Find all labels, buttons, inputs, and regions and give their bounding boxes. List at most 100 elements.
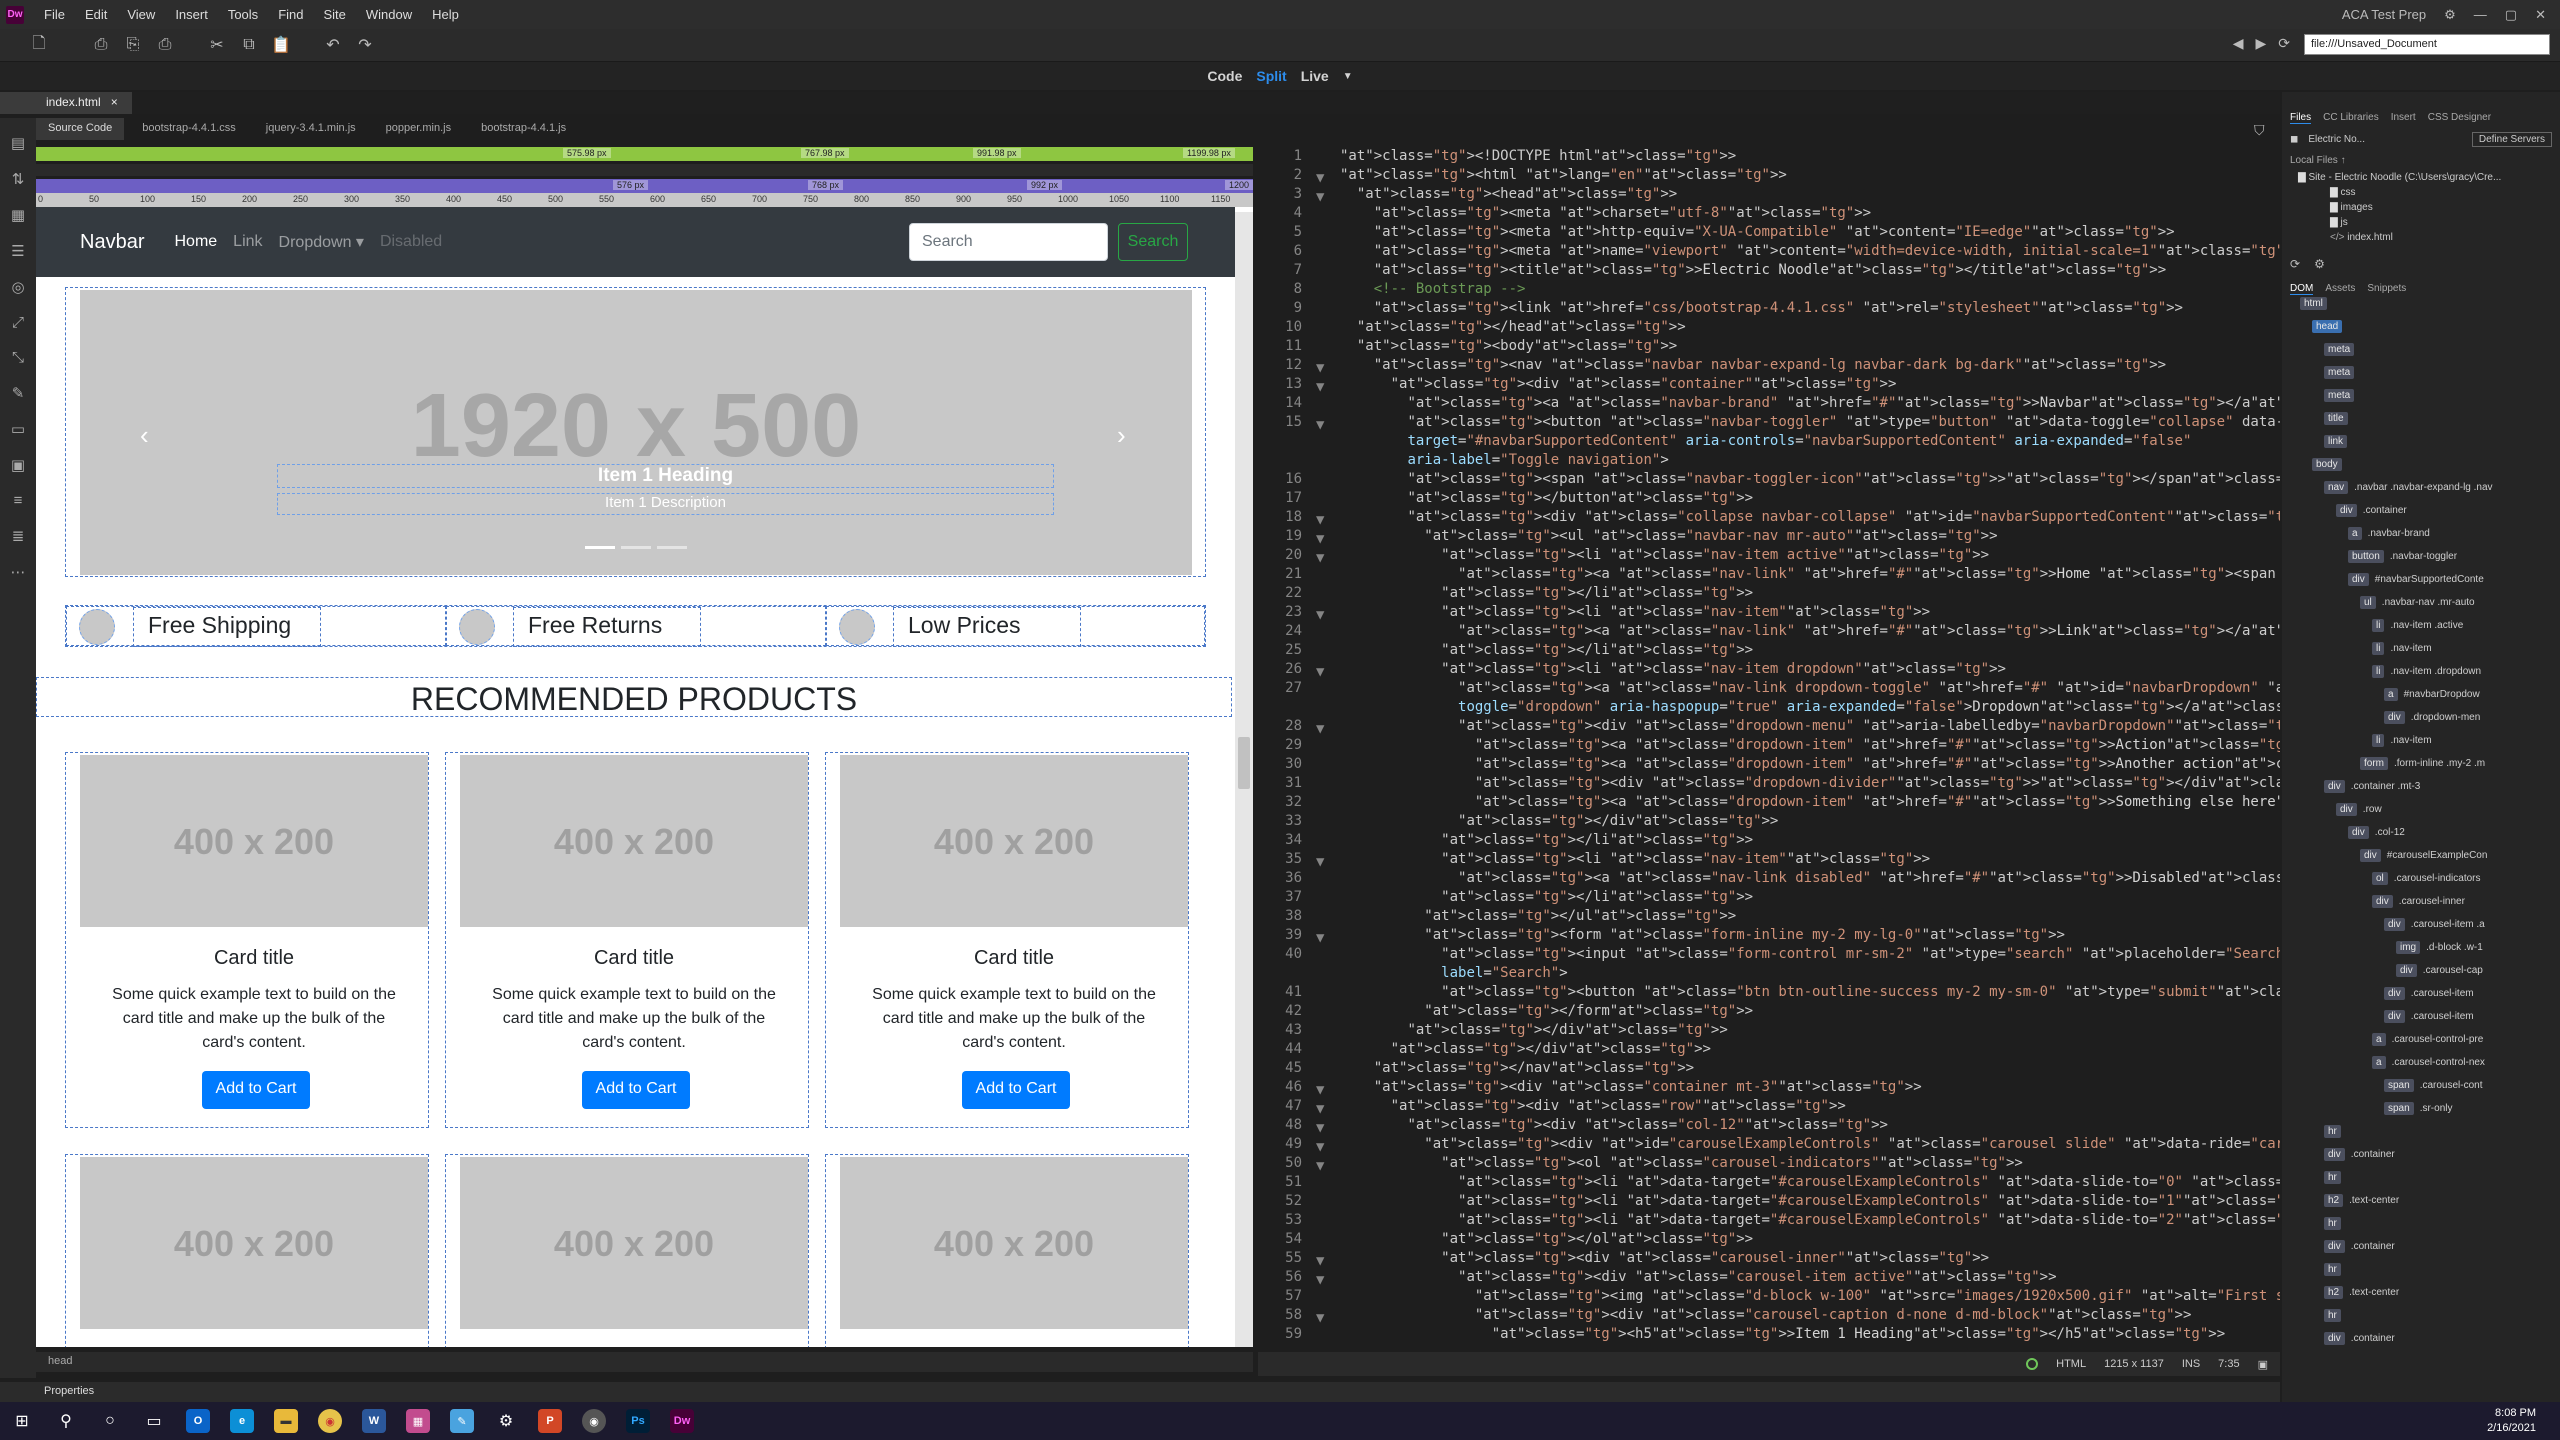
paint-icon[interactable]: ✎ [440, 1402, 484, 1440]
fold-arrow-icon[interactable]: ▼ [1316, 1082, 1324, 1098]
add-to-cart-button[interactable]: Add to Cart [202, 1071, 310, 1109]
redo-icon[interactable]: ↷ [354, 34, 376, 56]
search-button[interactable]: Search [1118, 223, 1188, 261]
related-file-tab[interactable]: Source Code [36, 118, 125, 140]
code-line[interactable]: "at">class="tg"><span "at">class="navbar… [1340, 470, 2280, 489]
dom-node[interactable]: nav .navbar .navbar-expand-lg .nav [2324, 481, 2493, 494]
fold-arrow-icon[interactable]: ▼ [1316, 1101, 1324, 1117]
add-to-cart-button[interactable]: Add to Cart [582, 1071, 690, 1109]
dom-node[interactable]: span .sr-only [2384, 1102, 2452, 1115]
menu-item-tools[interactable]: Tools [218, 7, 268, 22]
panel-tab-insert[interactable]: Insert [2391, 112, 2416, 124]
code-line[interactable]: "at">class="tg"><div "at">class="carouse… [1340, 1268, 2280, 1287]
media-icon[interactable]: ◉ [572, 1402, 616, 1440]
connect-icon[interactable]: ⚙ [2314, 257, 2325, 271]
fold-arrow-icon[interactable]: ▼ [1316, 1139, 1324, 1155]
dom-node[interactable]: hr [2324, 1309, 2341, 1322]
dom-node[interactable]: div #carouselExampleCon [2360, 849, 2487, 862]
fold-arrow-icon[interactable]: ▼ [1316, 1310, 1324, 1326]
code-line[interactable]: "at">class="tg"><div "at">class="col-12"… [1340, 1116, 2280, 1135]
dom-node[interactable]: hr [2324, 1217, 2341, 1230]
code-line[interactable]: "at">class="tg"></button"at">class="tg">… [1340, 489, 2280, 508]
print-icon[interactable]: ⎙ [154, 34, 176, 56]
carousel-indicator[interactable] [621, 546, 651, 549]
code-content[interactable]: "at">class="tg"><!DOCTYPE html"at">class… [1340, 147, 2280, 1344]
code-line[interactable]: "at">class="tg"><link "at">href="css/boo… [1340, 299, 2280, 318]
code-line[interactable]: "at">class="tg"><li "at">class="nav-item… [1340, 603, 2280, 622]
dom-node[interactable]: meta [2324, 366, 2355, 379]
file-tree-item[interactable]: ▇ images [2290, 200, 2552, 215]
save-icon[interactable]: ⎙ [90, 34, 112, 56]
related-file-tab[interactable]: jquery-3.4.1.min.js [254, 118, 368, 140]
tag-selector[interactable]: head [36, 1352, 1253, 1372]
code-line[interactable]: "at">class="tg"></li"at">class="tg">> [1340, 641, 2280, 660]
carousel-prev-icon[interactable]: ‹ [140, 420, 149, 451]
fold-arrow-icon[interactable]: ▼ [1316, 531, 1324, 547]
comment-icon[interactable]: ▦ [11, 206, 25, 224]
filter-icon[interactable]: ⛉ [2254, 122, 2265, 139]
maximize-icon[interactable]: ▢ [2505, 7, 2517, 23]
dom-node[interactable]: hr [2324, 1125, 2341, 1138]
carousel-indicator[interactable] [657, 546, 687, 549]
preview-icon[interactable]: ▣ [2258, 1358, 2268, 1371]
dom-tab-snippets[interactable]: Snippets [2367, 283, 2406, 295]
expand-icon[interactable]: ⤢ [12, 314, 24, 331]
code-line[interactable]: "at">class="tg"><div "at">class="carouse… [1340, 1249, 2280, 1268]
code-line[interactable]: "at">class="tg"><div "at">class="dropdow… [1340, 774, 2280, 793]
code-line[interactable]: "at">class="tg"></ul"at">class="tg">> [1340, 907, 2280, 926]
dom-node[interactable]: ol .carousel-indicators [2372, 872, 2481, 885]
dom-node[interactable]: img .d-block .w-1 [2396, 941, 2483, 954]
save-all-icon[interactable]: ⎘ [122, 34, 144, 56]
outlook-icon[interactable]: O [176, 1402, 220, 1440]
code-line[interactable]: "at">class="tg"></form"at">class="tg">> [1340, 1002, 2280, 1021]
dom-node[interactable]: div .dropdown-men [2384, 711, 2480, 724]
dom-node[interactable]: div .carousel-item [2384, 987, 2474, 1000]
code-line[interactable]: "at">class="tg"><a "at">class="nav-link … [1340, 679, 2280, 698]
new-document-icon[interactable]: 🗋 [28, 34, 50, 56]
paste-icon[interactable]: 📋 [270, 34, 292, 56]
code-line[interactable]: "at">class="tg"><a "at">class="navbar-br… [1340, 394, 2280, 413]
copy-icon[interactable]: ⧉ [238, 34, 260, 56]
language-select[interactable]: HTML [2056, 1358, 2086, 1370]
clock[interactable]: 8:08 PM 2/16/2021 [2487, 1406, 2560, 1436]
code-line[interactable]: aria-label="Toggle navigation"> [1340, 451, 2280, 470]
code-line[interactable]: "at">class="tg"><a "at">class="nav-link"… [1340, 565, 2280, 584]
menu-item-view[interactable]: View [117, 7, 165, 22]
back-arrow-icon[interactable]: ◀ [2233, 35, 2244, 52]
dom-node[interactable]: a .carousel-control-nex [2372, 1056, 2485, 1069]
dom-node[interactable]: form .form-inline .my-2 .m [2360, 757, 2485, 770]
balloon-icon[interactable]: ▭ [11, 420, 25, 438]
mq-label[interactable]: 992 px [1027, 180, 1063, 190]
fold-arrow-icon[interactable]: ▼ [1316, 721, 1324, 737]
code-line[interactable]: "at">class="tg"><body"at">class="tg">> [1340, 337, 2280, 356]
code-line[interactable]: "at">class="tg"><input "at">class="form-… [1340, 945, 2280, 964]
fold-arrow-icon[interactable]: ▼ [1316, 189, 1324, 205]
code-line[interactable]: "at">class="tg"><a "at">class="nav-link"… [1340, 622, 2280, 641]
settings-icon[interactable]: ⚙ [484, 1402, 528, 1440]
collapse-icon[interactable]: ⤡ [12, 349, 24, 366]
refresh-icon[interactable]: ⟳ [2290, 257, 2300, 271]
dom-node[interactable]: div .col-12 [2348, 826, 2405, 839]
dom-node[interactable]: a #navbarDropdow [2384, 688, 2480, 701]
code-line[interactable]: "at">class="tg"><a "at">class="dropdown-… [1340, 736, 2280, 755]
menu-item-find[interactable]: Find [268, 7, 313, 22]
menu-item-window[interactable]: Window [356, 7, 422, 22]
fold-arrow-icon[interactable]: ▼ [1316, 854, 1324, 870]
indent-icon[interactable]: ≡ [14, 492, 23, 509]
close-tab-icon[interactable]: × [111, 95, 118, 114]
panel-tab-cc-libraries[interactable]: CC Libraries [2323, 112, 2379, 124]
menu-item-help[interactable]: Help [422, 7, 469, 22]
image-icon[interactable]: ▣ [11, 456, 25, 474]
code-line[interactable]: "at">class="tg"><head"at">class="tg">> [1340, 185, 2280, 204]
photos-icon[interactable]: ▦ [396, 1402, 440, 1440]
cortana-icon[interactable]: ○ [88, 1402, 132, 1440]
code-line[interactable]: "at">class="tg"><div "at">class="row""at… [1340, 1097, 2280, 1116]
gear-icon[interactable]: ⚙ [2444, 7, 2456, 23]
address-bar[interactable]: file:///Unsaved_Document [2304, 34, 2550, 55]
minimize-icon[interactable]: — [2474, 7, 2487, 22]
live-view-button[interactable]: Live [1301, 68, 1329, 84]
nav-link[interactable]: Link [233, 233, 262, 251]
code-line[interactable]: "at">class="tg"><div "at">class="carouse… [1340, 1306, 2280, 1325]
dom-node[interactable]: div .container [2324, 1240, 2395, 1253]
dom-node[interactable]: meta [2324, 389, 2355, 402]
